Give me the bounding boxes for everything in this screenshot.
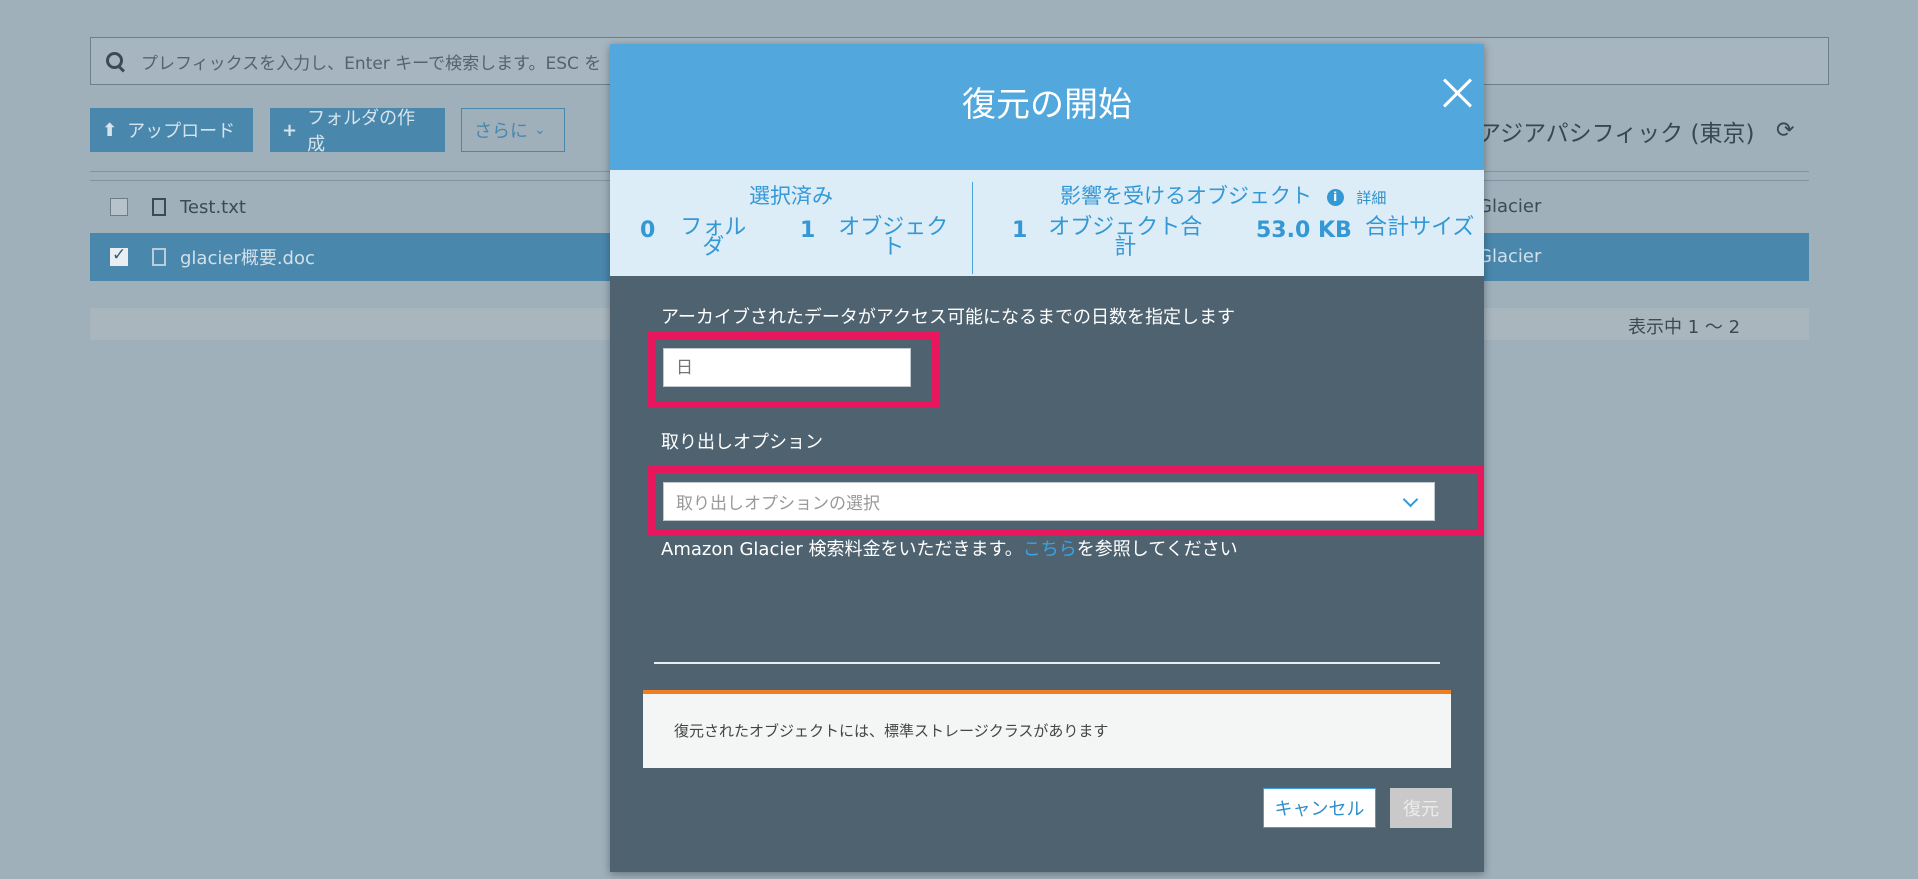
- region-label: アジアパシフィック (東京): [1478, 121, 1755, 147]
- restore-dialog: 復元の開始 選択済み 0 フォルダ 1 オブジェクト 影響を受けるオブジェクト …: [610, 44, 1484, 872]
- upload-button[interactable]: ⬆ アップロード: [90, 108, 253, 152]
- file-name[interactable]: Test.txt: [180, 197, 246, 218]
- paging-info: 表示中 1 ～ 2: [1628, 317, 1741, 338]
- search-icon: [105, 51, 125, 71]
- row-checkbox[interactable]: [110, 198, 128, 216]
- objects-stat: 1 オブジェクト: [800, 215, 949, 260]
- affected-heading: 影響を受けるオブジェクト i 詳細: [1060, 184, 1387, 208]
- dialog-title: 復元の開始: [962, 85, 1132, 125]
- affected-summary: 影響を受けるオブジェクト i 詳細 1 オブジェクト合計 53.0 KB 合計サ…: [972, 170, 1484, 276]
- total-objects-stat: 1 オブジェクト合計: [1012, 215, 1203, 260]
- word-doc-icon: [152, 248, 166, 266]
- restore-button[interactable]: 復元: [1390, 788, 1452, 828]
- more-button[interactable]: さらに ⌄: [461, 108, 565, 152]
- dialog-header: 復元の開始: [610, 44, 1484, 170]
- search-placeholder: プレフィックスを入力し、Enter キーで検索します。ESC を: [141, 53, 602, 74]
- pricing-link[interactable]: こちら: [1023, 539, 1077, 560]
- folders-stat: 0 フォルダ: [640, 215, 747, 260]
- info-icon[interactable]: i: [1326, 188, 1344, 206]
- total-size-stat: 53.0 KB 合計サイズ: [1256, 215, 1475, 244]
- chevron-down-icon: [1402, 491, 1419, 507]
- file-icon: [152, 198, 166, 216]
- chevron-down-icon: ⌄: [534, 122, 546, 138]
- storage-class: Glacier: [1478, 246, 1542, 267]
- close-icon[interactable]: [1440, 76, 1474, 110]
- refresh-icon[interactable]: ⟳: [1776, 118, 1794, 143]
- divider: [654, 662, 1440, 664]
- selection-summary: 選択済み 0 フォルダ 1 オブジェクト 影響を受けるオブジェクト i 詳細 1…: [610, 170, 1484, 276]
- days-label: アーカイブされたデータがアクセス可能になるまでの日数を指定します: [661, 307, 1236, 328]
- days-input[interactable]: [663, 348, 911, 387]
- storage-class-notice: 復元されたオブジェクトには、標準ストレージクラスがあります: [643, 690, 1451, 768]
- detail-link[interactable]: 詳細: [1356, 189, 1386, 207]
- cancel-button[interactable]: キャンセル: [1263, 788, 1376, 828]
- selected-heading: 選択済み: [749, 184, 833, 208]
- plus-icon: +: [282, 119, 298, 141]
- row-checkbox[interactable]: [110, 245, 128, 266]
- create-folder-button[interactable]: + フォルダの作成: [270, 108, 445, 155]
- retrieval-option-select[interactable]: 取り出しオプションの選択: [663, 482, 1435, 521]
- file-name[interactable]: glacier概要.doc: [180, 244, 315, 270]
- retrieval-option-label: 取り出しオプション: [661, 432, 823, 453]
- fee-note: Amazon Glacier 検索料金をいただきます。こちらを参照してください: [661, 539, 1238, 560]
- upload-icon: ⬆: [102, 119, 118, 141]
- selected-summary: 選択済み 0 フォルダ 1 オブジェクト: [610, 170, 972, 276]
